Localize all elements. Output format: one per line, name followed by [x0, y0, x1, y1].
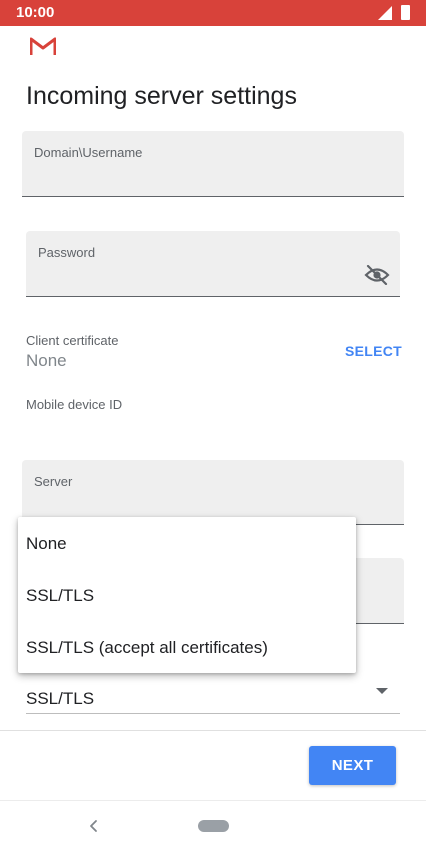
username-field[interactable]: Domain\Username	[22, 131, 404, 197]
security-type-underline	[26, 713, 400, 714]
security-type-value[interactable]: SSL/TLS	[26, 689, 94, 709]
mobile-device-id-label: Mobile device ID	[26, 397, 123, 412]
server-label: Server	[34, 474, 73, 489]
signal-icon	[378, 6, 392, 20]
home-icon[interactable]	[198, 820, 229, 832]
select-certificate-button[interactable]: SELECT	[345, 343, 402, 359]
username-label: Domain\Username	[34, 145, 143, 160]
server-field[interactable]: Server	[22, 460, 404, 525]
password-field[interactable]: Password	[26, 231, 400, 297]
dropdown-option-ssl-tls-accept-all[interactable]: SSL/TLS (accept all certificates)	[18, 622, 356, 674]
security-type-dropdown: None SSL/TLS SSL/TLS (accept all certifi…	[18, 517, 356, 673]
next-button[interactable]: NEXT	[309, 746, 396, 785]
status-bar: 10:00	[0, 0, 426, 26]
dropdown-option-ssl-tls[interactable]: SSL/TLS	[18, 570, 356, 622]
status-time: 10:00	[16, 4, 55, 21]
back-icon[interactable]	[86, 818, 100, 834]
visibility-off-icon[interactable]	[364, 265, 390, 285]
battery-icon	[401, 5, 410, 20]
client-certificate-label: Client certificate	[26, 333, 119, 348]
nav-bar-divider	[0, 800, 426, 801]
dropdown-arrow-icon[interactable]	[376, 688, 388, 694]
password-label: Password	[38, 245, 96, 260]
gmail-logo-icon	[30, 37, 56, 55]
page-title: Incoming server settings	[26, 82, 297, 110]
client-certificate-value: None	[26, 351, 67, 370]
footer-divider	[0, 730, 426, 731]
dropdown-option-none[interactable]: None	[18, 518, 356, 570]
